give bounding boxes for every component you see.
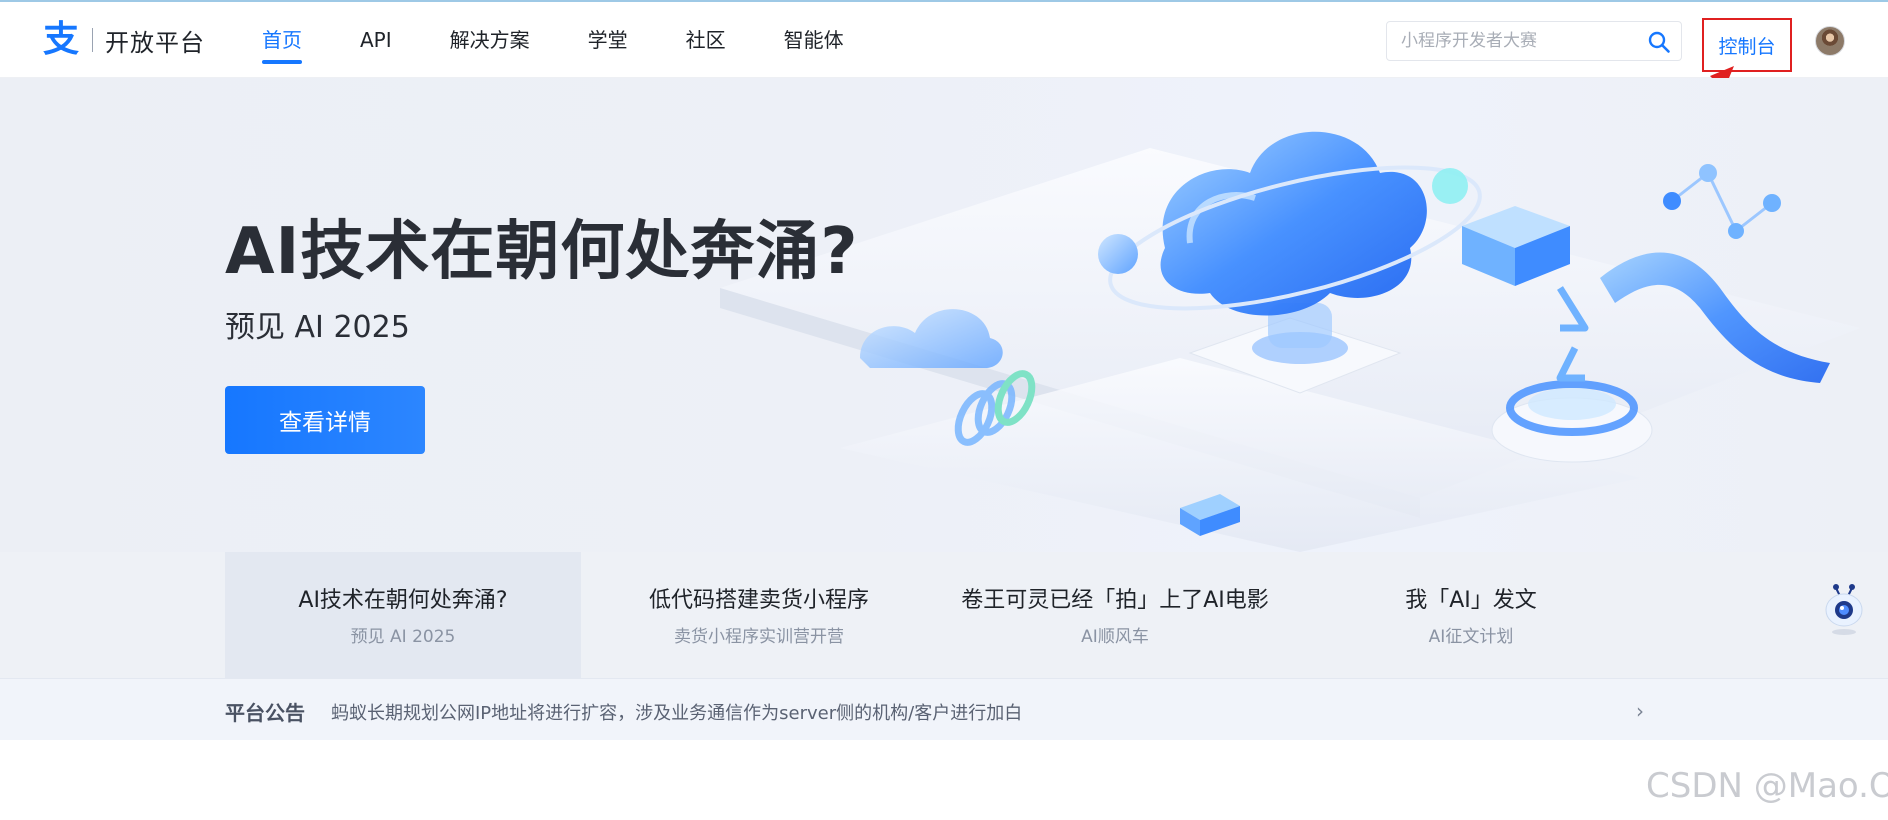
feature-card-low-code[interactable]: 低代码搭建卖货小程序 卖货小程序实训营开营 bbox=[581, 552, 937, 678]
nav-item-agents[interactable]: 智能体 bbox=[784, 2, 844, 78]
watermark: CSDN @Mao.O bbox=[1646, 766, 1888, 806]
brand-name: 开放平台 bbox=[105, 28, 205, 57]
feature-card-title: 卷王可灵已经「拍」上了AI电影 bbox=[961, 588, 1269, 613]
assistant-robot-icon[interactable] bbox=[1822, 580, 1866, 636]
feature-card-title: AI技术在朝何处奔涌? bbox=[298, 588, 508, 613]
page: 支 开放平台 首页 API 解决方案 学堂 社区 智能体 控制台 bbox=[0, 0, 1888, 820]
announcement-label: 平台公告 bbox=[225, 701, 305, 725]
alipay-logo-icon: 支 bbox=[42, 19, 79, 60]
nav-item-api[interactable]: API bbox=[360, 2, 392, 78]
announcement-bar[interactable]: 平台公告 蚂蚁长期规划公网IP地址将进行扩容，涉及业务通信作为server侧的机… bbox=[0, 678, 1888, 740]
feature-card-subtitle: AI征文计划 bbox=[1428, 627, 1514, 647]
nav-item-solutions[interactable]: 解决方案 bbox=[450, 2, 530, 78]
top-header: 支 开放平台 首页 API 解决方案 学堂 社区 智能体 控制台 bbox=[0, 2, 1888, 78]
logo-divider bbox=[92, 28, 93, 52]
logo[interactable]: 支 开放平台 bbox=[40, 20, 205, 60]
view-details-button[interactable]: 查看详情 bbox=[225, 386, 425, 454]
feature-card-title: 我「AI」发文 bbox=[1405, 588, 1537, 613]
hero-subtitle: 预见 AI 2025 bbox=[225, 310, 410, 345]
chevron-right-icon[interactable]: › bbox=[1636, 699, 1644, 723]
nav-item-home[interactable]: 首页 bbox=[262, 2, 302, 78]
user-avatar[interactable] bbox=[1815, 26, 1845, 56]
search-input[interactable] bbox=[1387, 22, 1637, 60]
feature-card-ai-essay[interactable]: 我「AI」发文 AI征文计划 bbox=[1293, 552, 1649, 678]
search-icon[interactable] bbox=[1647, 30, 1671, 54]
feature-card-subtitle: 预见 AI 2025 bbox=[350, 627, 456, 647]
feature-strip: AI技术在朝何处奔涌? 预见 AI 2025 低代码搭建卖货小程序 卖货小程序实… bbox=[0, 552, 1888, 678]
hero-banner[interactable]: AI技术在朝何处奔涌? 预见 AI 2025 查看详情 bbox=[0, 78, 1888, 552]
nav-item-academy[interactable]: 学堂 bbox=[588, 2, 628, 78]
search-box bbox=[1386, 21, 1682, 61]
feature-card-subtitle: AI顺风车 bbox=[1081, 627, 1149, 647]
feature-card-ai-film[interactable]: 卷王可灵已经「拍」上了AI电影 AI顺风车 bbox=[937, 552, 1293, 678]
console-button[interactable]: 控制台 bbox=[1702, 18, 1792, 72]
nav-item-community[interactable]: 社区 bbox=[686, 2, 726, 78]
announcement-text[interactable]: 蚂蚁长期规划公网IP地址将进行扩容，涉及业务通信作为server侧的机构/客户进… bbox=[331, 699, 1022, 725]
feature-card-ai-trends[interactable]: AI技术在朝何处奔涌? 预见 AI 2025 bbox=[225, 552, 581, 678]
hero-title: AI技术在朝何处奔涌? bbox=[225, 215, 859, 289]
main-nav: 首页 API 解决方案 学堂 社区 智能体 bbox=[262, 2, 902, 78]
feature-card-subtitle: 卖货小程序实训营开营 bbox=[674, 627, 844, 647]
feature-card-title: 低代码搭建卖货小程序 bbox=[648, 588, 869, 613]
